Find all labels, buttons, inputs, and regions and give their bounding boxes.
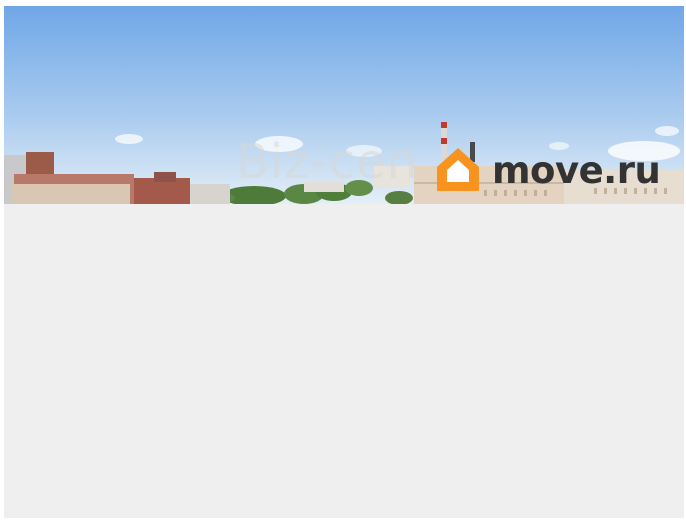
brand-name: move.ru xyxy=(492,148,661,192)
house-logo-icon xyxy=(437,148,479,191)
image-viewer: Biz-cen move.ru xyxy=(4,6,684,518)
city-skyline-photo: Biz-cen move.ru xyxy=(4,6,684,204)
watermark-text: Biz-cen xyxy=(236,134,419,190)
brand-logo: move.ru xyxy=(434,144,661,196)
image-placeholder-area xyxy=(4,204,684,518)
